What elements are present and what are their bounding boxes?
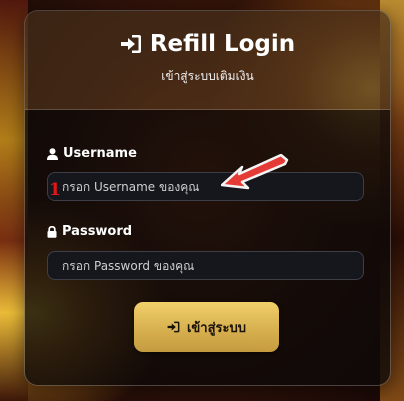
password-label-row: Password [47, 224, 132, 239]
card-body: Username 1 Password [25, 110, 390, 385]
lock-icon [47, 225, 57, 238]
login-card: Refill Login เข้าสู่ระบบเติมเงิน Usernam… [24, 10, 391, 386]
sign-in-icon [120, 34, 142, 54]
login-button-label: เข้าสู่ระบบ [186, 320, 247, 336]
password-label: Password [62, 224, 133, 239]
username-input[interactable] [47, 172, 364, 201]
step-marker: 1 [49, 180, 61, 200]
page-subtitle: เข้าสู่ระบบเติมเงิน [161, 68, 254, 83]
sign-in-icon [167, 321, 180, 333]
red-arrow-icon [220, 153, 289, 198]
password-input[interactable] [47, 251, 364, 280]
login-button[interactable]: เข้าสู่ระบบ [134, 302, 279, 352]
card-header: Refill Login เข้าสู่ระบบเติมเงิน [25, 11, 390, 110]
user-icon [47, 147, 58, 160]
title-row: Refill Login [120, 31, 295, 57]
username-label-row: Username [47, 146, 137, 161]
username-label: Username [63, 146, 137, 161]
page-title: Refill Login [149, 30, 296, 57]
